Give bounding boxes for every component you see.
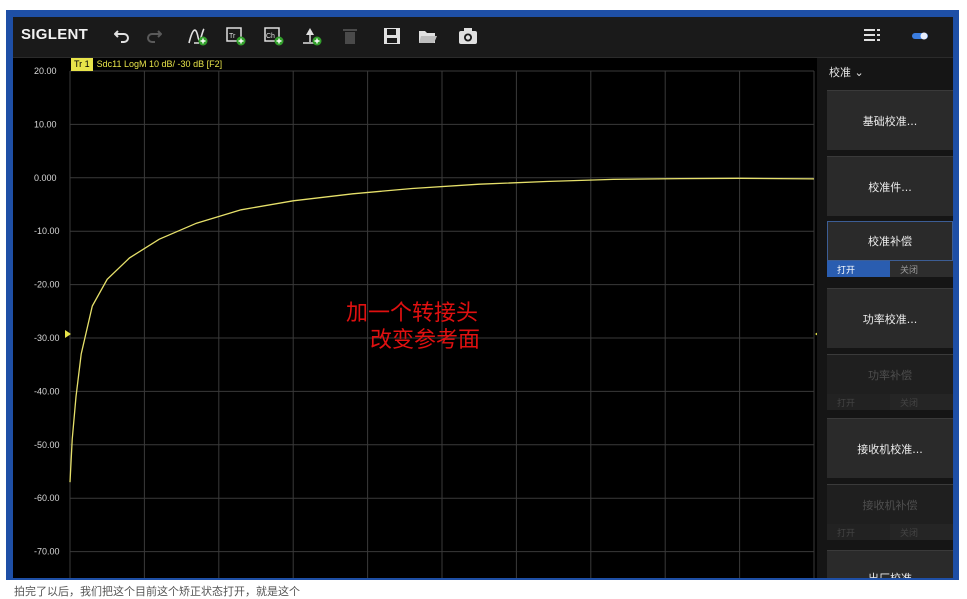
y-tick-label: -50.00: [34, 440, 60, 450]
y-tick-label: -20.00: [34, 280, 60, 290]
trace-tag: Tr 1: [71, 58, 93, 71]
power-correction-button: 功率补偿: [827, 354, 953, 394]
receiver-correction-toggle: 打开 关闭: [827, 524, 953, 540]
cal-correction-button[interactable]: 校准补偿: [827, 221, 953, 261]
toggle-on: 打开: [827, 524, 890, 540]
y-tick-label: 0.000: [34, 173, 57, 183]
trace-info: Sdc11 LogM 10 dB/ -30 dB [F2]: [96, 59, 223, 69]
cal-kit-button[interactable]: 校准件...: [827, 156, 953, 216]
cal-correction-toggle[interactable]: 打开 关闭: [827, 261, 953, 277]
power-correction-toggle: 打开 关闭: [827, 394, 953, 410]
toggle-on[interactable]: 打开: [827, 261, 890, 277]
y-tick-label: -30.00: [34, 333, 60, 343]
y-tick-label: 10.00: [34, 119, 57, 129]
y-tick-label: -60.00: [34, 493, 60, 503]
power-cal-button[interactable]: 功率校准...: [827, 288, 953, 348]
toggle-icon[interactable]: [907, 23, 933, 49]
receiver-cal-button[interactable]: 接收机校准...: [827, 418, 953, 478]
annotation-line2: 改变参考面: [370, 328, 481, 353]
y-tick-label: 20.00: [34, 66, 57, 76]
toggle-off: 关闭: [890, 524, 953, 540]
factory-cal-button[interactable]: 出厂校准: [827, 550, 953, 578]
y-tick-label: -40.00: [34, 386, 60, 396]
basic-cal-button[interactable]: 基础校准...: [827, 90, 953, 150]
y-tick-label: -70.00: [34, 547, 60, 557]
toggle-off[interactable]: 关闭: [890, 261, 953, 277]
vna-app: SIGLENT Tr Ch 20.00 10.00 0.000 -10.00 -…: [13, 17, 953, 578]
y-axis-ticks: 20.00 10.00 0.000 -10.00 -20.00 -30.00 -40.00 -…: [34, 66, 60, 557]
toggle-on: 打开: [827, 394, 890, 410]
sidebar: 校准 ⌄ 基础校准... 校准件... 校准补偿 打开 关闭 功率校准... 功…: [817, 58, 953, 578]
menu-list-icon[interactable]: [859, 23, 885, 49]
y-tick-label: -10.00: [34, 226, 60, 236]
toggle-off: 关闭: [890, 394, 953, 410]
sidebar-header[interactable]: 校准 ⌄: [829, 64, 864, 80]
receiver-correction-button: 接收机补偿: [827, 484, 953, 524]
trace-label[interactable]: Tr 1 Sdc11 LogM 10 dB/ -30 dB [F2]: [71, 58, 222, 71]
